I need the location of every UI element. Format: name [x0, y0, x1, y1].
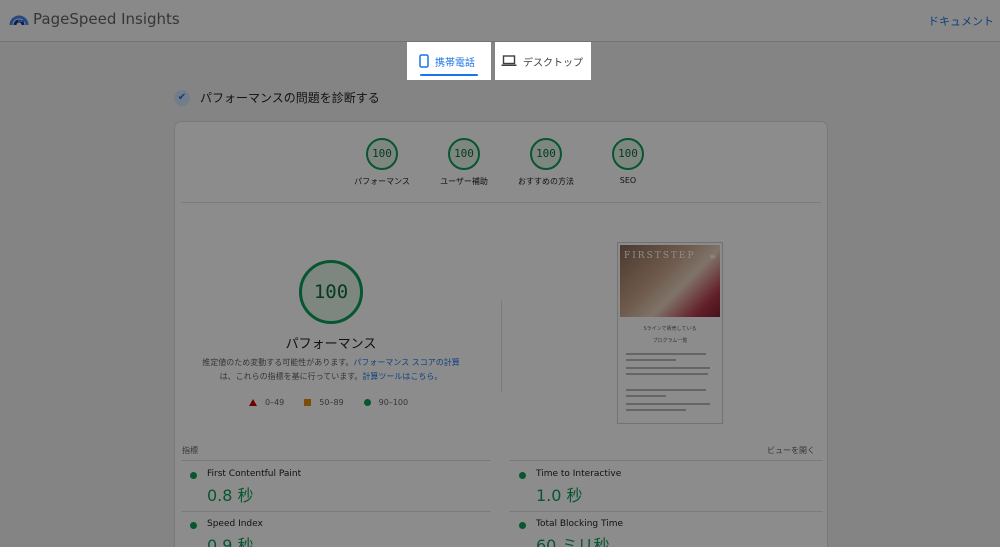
- score-circle: 100: [612, 138, 644, 170]
- pass-circle-icon: [190, 472, 197, 479]
- open-view-toggle[interactable]: ビューを開く: [767, 445, 815, 456]
- divider: [509, 460, 823, 461]
- hamburger-menu-icon: ≡: [709, 252, 716, 261]
- legend-average: 50–89: [304, 398, 344, 407]
- screenshot-text-line: [626, 373, 708, 375]
- tab-desktop-highlighted[interactable]: デスクトップ: [495, 42, 591, 80]
- metric-name: Time to Interactive: [536, 469, 622, 479]
- check-icon: ✔: [174, 89, 190, 106]
- metric-name: First Contentful Paint: [207, 469, 302, 479]
- pass-circle-icon: [519, 522, 526, 529]
- app-title[interactable]: PageSpeed Insights: [33, 10, 180, 28]
- screenshot-text-line: [626, 403, 710, 405]
- score-legend: 0–49 50–89 90–100: [249, 398, 428, 407]
- gauge-label: おすすめの方法: [518, 177, 574, 186]
- score-circle: 100: [530, 138, 562, 170]
- legend-pass-label: 90–100: [378, 398, 409, 407]
- tab-desktop-label: デスクトップ: [523, 57, 583, 69]
- performance-title: パフォーマンス: [285, 337, 377, 352]
- screenshot-site-title: FIRSTSTEP: [624, 251, 696, 261]
- legend-average-label: 50–89: [319, 398, 344, 407]
- metric-name: Speed Index: [207, 519, 263, 529]
- score-calc-link[interactable]: パフォーマンス スコアの計算: [353, 358, 459, 367]
- metric-name: Total Blocking Time: [536, 519, 624, 529]
- divider: [181, 202, 821, 203]
- metric-value: 60 ミリ秒: [536, 536, 610, 547]
- top-bar: PageSpeed Insights ドキュメント: [0, 0, 1000, 42]
- metric-value: 0.8 秒: [207, 486, 254, 505]
- performance-score-gauge: 100: [299, 260, 363, 324]
- laptop-icon: [501, 55, 517, 67]
- metrics-heading: 指標: [182, 446, 198, 455]
- gauge-accessibility[interactable]: 100 ユーザー補助: [427, 138, 501, 187]
- performance-note: 推定値のため変動する可能性があります。パフォーマンス スコアの計算 は、これらの…: [195, 356, 467, 384]
- screenshot-text-line: [626, 359, 676, 361]
- gauge-performance[interactable]: 100 パフォーマンス: [345, 138, 419, 187]
- note-text: 推定値のため変動する可能性があります。: [202, 358, 354, 367]
- screenshot-text-line: [626, 395, 666, 397]
- screenshot-text-line: [626, 353, 706, 355]
- pagespeed-logo-icon: [9, 15, 29, 26]
- screenshot-caption: Sラインで販売している: [643, 326, 697, 332]
- smartphone-icon: [419, 54, 429, 68]
- tab-selected-indicator: [420, 74, 478, 76]
- legend-pass: 90–100: [363, 398, 409, 407]
- divider: [181, 460, 491, 461]
- vertical-divider: [501, 300, 502, 392]
- gauge-label: ユーザー補助: [440, 177, 488, 186]
- divider: [181, 511, 491, 512]
- metric-value: 0.9 秒: [207, 536, 254, 547]
- average-square-icon: [304, 399, 312, 406]
- gauge-seo[interactable]: 100 SEO: [591, 138, 665, 185]
- screenshot-text-line: [626, 367, 710, 369]
- screenshot-hero-image: FIRSTSTEP ≡: [620, 245, 720, 317]
- page-screenshot: FIRSTSTEP ≡ Sラインで販売している プログラム一覧: [617, 242, 723, 424]
- diagnose-heading: ✔ パフォーマンスの問題を診断する: [174, 89, 380, 106]
- screenshot-text-line: [626, 409, 686, 411]
- score-circle: 100: [448, 138, 480, 170]
- gauge-best-practices[interactable]: 100 おすすめの方法: [509, 138, 583, 187]
- diagnose-label: パフォーマンスの問題を診断する: [200, 91, 380, 105]
- category-gauges: 100 パフォーマンス 100 ユーザー補助 100 おすすめの方法 100 S…: [345, 138, 645, 198]
- score-circle: 100: [366, 138, 398, 170]
- tab-mobile-highlighted[interactable]: 携帯電話: [407, 42, 491, 80]
- gauge-label: SEO: [619, 176, 637, 185]
- note-text: は、これらの指標を基に行っています。: [219, 372, 363, 381]
- calculator-link[interactable]: 計算ツールはこちら。: [362, 372, 442, 381]
- pass-circle-icon: [519, 472, 526, 479]
- legend-fail: 0–49: [249, 398, 284, 407]
- fail-triangle-icon: [249, 399, 257, 406]
- screenshot-caption: プログラム一覧: [652, 338, 688, 344]
- tab-mobile-label: 携帯電話: [435, 57, 475, 69]
- divider: [509, 511, 823, 512]
- gauge-label: パフォーマンス: [354, 177, 410, 186]
- pass-circle-icon: [363, 399, 371, 406]
- legend-fail-label: 0–49: [265, 398, 285, 407]
- documentation-link[interactable]: ドキュメント: [928, 13, 994, 29]
- metric-value: 1.0 秒: [536, 486, 583, 505]
- pass-circle-icon: [190, 522, 197, 529]
- screenshot-text-line: [626, 389, 706, 391]
- report-card: 100 パフォーマンス 100 ユーザー補助 100 おすすめの方法 100 S…: [174, 121, 828, 547]
